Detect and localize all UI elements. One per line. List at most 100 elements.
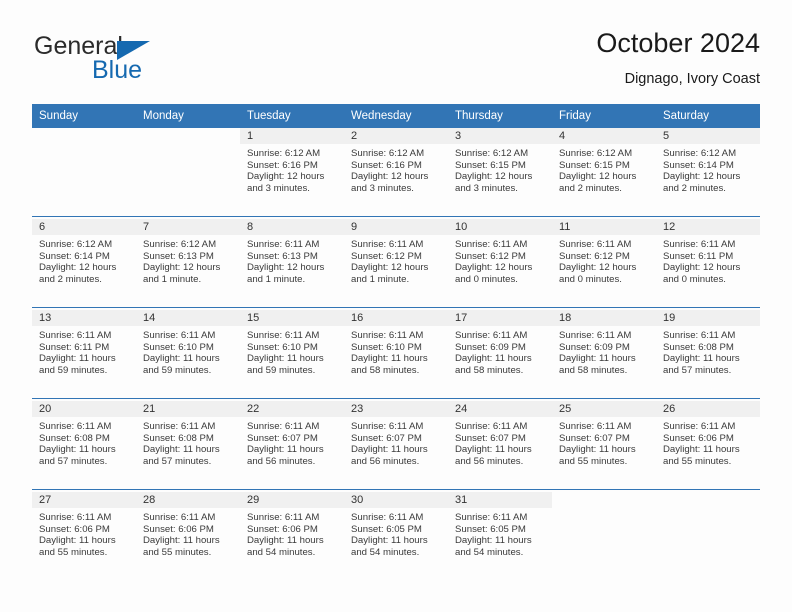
calendar-day-cell[interactable]: 21 Sunrise: 6:11 AM Sunset: 6:08 PM Dayligh…: [136, 401, 240, 490]
calendar-day-cell[interactable]: 24 Sunrise: 6:11 AM Sunset: 6:07 PM Dayligh…: [448, 401, 552, 490]
calendar-day-cell[interactable]: 10 Sunrise: 6:11 AM Sunset: 6:12 PM Dayligh…: [448, 219, 552, 308]
day-cell-inner: 3 Sunrise: 6:12 AM Sunset: 6:15 PM Daylight…: [448, 128, 552, 216]
day-cell-inner: 14 Sunrise: 6:11 AM Sunset: 6:10 PM Dayligh…: [136, 310, 240, 398]
calendar-day-cell[interactable]: 2 Sunrise: 6:12 AM Sunset: 6:16 PM Daylight…: [344, 128, 448, 217]
day-details: Sunrise: 6:11 AM Sunset: 6:07 PM Daylight:…: [240, 417, 344, 467]
daylight-text: Daylight: 12 hours and 3 minutes.: [247, 171, 325, 194]
sunrise-text: Sunrise: 6:11 AM: [455, 330, 528, 341]
day-details: Sunrise: 6:11 AM Sunset: 6:11 PM Daylight:…: [656, 235, 760, 285]
day-details: [552, 508, 656, 512]
calendar-day-cell[interactable]: 25 Sunrise: 6:11 AM Sunset: 6:07 PM Dayligh…: [552, 401, 656, 490]
sunrise-text: Sunrise: 6:11 AM: [455, 512, 528, 523]
daylight-text: Daylight: 12 hours and 0 minutes.: [455, 262, 533, 285]
calendar-day-cell[interactable]: 1 Sunrise: 6:12 AM Sunset: 6:16 PM Daylight…: [240, 128, 344, 217]
day-details: Sunrise: 6:11 AM Sunset: 6:06 PM Daylight:…: [656, 417, 760, 467]
calendar-day-cell[interactable]: 28 Sunrise: 6:11 AM Sunset: 6:06 PM Dayligh…: [136, 492, 240, 580]
calendar-day-cell[interactable]: 30 Sunrise: 6:11 AM Sunset: 6:05 PM Dayligh…: [344, 492, 448, 580]
day-details: Sunrise: 6:11 AM Sunset: 6:09 PM Daylight:…: [448, 326, 552, 376]
sunrise-text: Sunrise: 6:11 AM: [39, 330, 112, 341]
day-number: 16: [344, 310, 448, 326]
calendar-day-cell[interactable]: 4 Sunrise: 6:12 AM Sunset: 6:15 PM Daylight…: [552, 128, 656, 217]
day-details: Sunrise: 6:11 AM Sunset: 6:07 PM Daylight:…: [448, 417, 552, 467]
day-number: 13: [32, 310, 136, 326]
calendar-day-cell[interactable]: 20 Sunrise: 6:11 AM Sunset: 6:08 PM Dayligh…: [32, 401, 136, 490]
calendar-day-cell[interactable]: 3 Sunrise: 6:12 AM Sunset: 6:15 PM Daylight…: [448, 128, 552, 217]
calendar-day-cell[interactable]: 23 Sunrise: 6:11 AM Sunset: 6:07 PM Dayligh…: [344, 401, 448, 490]
calendar-day-cell[interactable]: 8 Sunrise: 6:11 AM Sunset: 6:13 PM Daylight…: [240, 219, 344, 308]
calendar-day-cell[interactable]: 19 Sunrise: 6:11 AM Sunset: 6:08 PM Dayligh…: [656, 310, 760, 399]
day-cell-inner: 11 Sunrise: 6:11 AM Sunset: 6:12 PM Dayligh…: [552, 219, 656, 307]
calendar-day-cell[interactable]: 6 Sunrise: 6:12 AM Sunset: 6:14 PM Daylight…: [32, 219, 136, 308]
weekday-header-saturday: Saturday: [656, 104, 760, 128]
title-block: October 2024 Dignago, Ivory Coast: [596, 26, 760, 90]
daylight-text: Daylight: 11 hours and 54 minutes.: [455, 535, 532, 558]
day-details: [32, 144, 136, 148]
calendar-day-cell[interactable]: 12 Sunrise: 6:11 AM Sunset: 6:11 PM Dayligh…: [656, 219, 760, 308]
day-cell-inner: 7 Sunrise: 6:12 AM Sunset: 6:13 PM Daylight…: [136, 219, 240, 307]
daylight-text: Daylight: 12 hours and 1 minute.: [247, 262, 325, 285]
day-cell-inner: 26 Sunrise: 6:11 AM Sunset: 6:06 PM Dayligh…: [656, 401, 760, 489]
day-number: 9: [344, 219, 448, 235]
day-cell-inner: 28 Sunrise: 6:11 AM Sunset: 6:06 PM Dayligh…: [136, 492, 240, 580]
calendar-day-cell[interactable]: 11 Sunrise: 6:11 AM Sunset: 6:12 PM Dayligh…: [552, 219, 656, 308]
day-details: Sunrise: 6:11 AM Sunset: 6:13 PM Daylight:…: [240, 235, 344, 285]
calendar-body: 1 Sunrise: 6:12 AM Sunset: 6:16 PM Daylight…: [32, 128, 760, 580]
day-number: 24: [448, 401, 552, 417]
day-number: 7: [136, 219, 240, 235]
page-title: October 2024: [596, 28, 760, 58]
sunrise-text: Sunrise: 6:11 AM: [351, 330, 424, 341]
day-details: Sunrise: 6:12 AM Sunset: 6:14 PM Daylight:…: [656, 144, 760, 194]
daylight-text: Daylight: 11 hours and 54 minutes.: [247, 535, 324, 558]
calendar-day-cell[interactable]: 5 Sunrise: 6:12 AM Sunset: 6:14 PM Daylight…: [656, 128, 760, 217]
daylight-text: Daylight: 11 hours and 55 minutes.: [559, 444, 636, 467]
day-cell-inner: 2 Sunrise: 6:12 AM Sunset: 6:16 PM Daylight…: [344, 128, 448, 216]
calendar-day-cell: [136, 128, 240, 217]
day-details: Sunrise: 6:11 AM Sunset: 6:12 PM Daylight:…: [344, 235, 448, 285]
calendar-day-cell[interactable]: 13 Sunrise: 6:11 AM Sunset: 6:11 PM Dayligh…: [32, 310, 136, 399]
day-number: 19: [656, 310, 760, 326]
calendar-day-cell[interactable]: 27 Sunrise: 6:11 AM Sunset: 6:06 PM Dayligh…: [32, 492, 136, 580]
sunrise-text: Sunrise: 6:11 AM: [143, 421, 216, 432]
calendar-day-cell[interactable]: 31 Sunrise: 6:11 AM Sunset: 6:05 PM Dayligh…: [448, 492, 552, 580]
sunset-text: Sunset: 6:11 PM: [663, 250, 734, 262]
day-number: [136, 128, 240, 144]
sunset-text: Sunset: 6:05 PM: [351, 523, 422, 535]
calendar-day-cell[interactable]: 9 Sunrise: 6:11 AM Sunset: 6:12 PM Daylight…: [344, 219, 448, 308]
general-blue-logo[interactable]: General Blue: [32, 30, 262, 90]
calendar-day-cell[interactable]: 14 Sunrise: 6:11 AM Sunset: 6:10 PM Dayligh…: [136, 310, 240, 399]
calendar-day-cell[interactable]: 7 Sunrise: 6:12 AM Sunset: 6:13 PM Daylight…: [136, 219, 240, 308]
calendar-day-cell[interactable]: 26 Sunrise: 6:11 AM Sunset: 6:06 PM Dayligh…: [656, 401, 760, 490]
sunrise-text: Sunrise: 6:12 AM: [247, 148, 321, 159]
page-subtitle: Dignago, Ivory Coast: [624, 71, 760, 87]
calendar-table: Sunday Monday Tuesday Wednesday Thursday Frid…: [32, 104, 760, 580]
daylight-text: Daylight: 11 hours and 56 minutes.: [247, 444, 324, 467]
day-number: 29: [240, 492, 344, 508]
sunset-text: Sunset: 6:16 PM: [247, 159, 318, 171]
day-details: Sunrise: 6:11 AM Sunset: 6:06 PM Daylight:…: [240, 508, 344, 558]
day-cell-inner: 22 Sunrise: 6:11 AM Sunset: 6:07 PM Dayligh…: [240, 401, 344, 489]
day-cell-inner: 25 Sunrise: 6:11 AM Sunset: 6:07 PM Dayligh…: [552, 401, 656, 489]
day-cell-inner: 10 Sunrise: 6:11 AM Sunset: 6:12 PM Dayligh…: [448, 219, 552, 307]
calendar-day-cell[interactable]: 18 Sunrise: 6:11 AM Sunset: 6:09 PM Dayligh…: [552, 310, 656, 399]
day-cell-inner: [136, 128, 240, 216]
calendar-week-row: 20 Sunrise: 6:11 AM Sunset: 6:08 PM Dayligh…: [32, 401, 760, 490]
weekday-header-sunday: Sunday: [32, 104, 136, 128]
calendar-day-cell[interactable]: 29 Sunrise: 6:11 AM Sunset: 6:06 PM Dayligh…: [240, 492, 344, 580]
sunrise-text: Sunrise: 6:11 AM: [663, 239, 736, 250]
weekday-header-friday: Friday: [552, 104, 656, 128]
day-cell-inner: [656, 492, 760, 580]
day-details: Sunrise: 6:12 AM Sunset: 6:15 PM Daylight:…: [448, 144, 552, 194]
daylight-text: Daylight: 11 hours and 56 minutes.: [351, 444, 428, 467]
calendar-day-cell[interactable]: 16 Sunrise: 6:11 AM Sunset: 6:10 PM Dayligh…: [344, 310, 448, 399]
sunrise-text: Sunrise: 6:12 AM: [143, 239, 217, 250]
calendar-day-cell[interactable]: 17 Sunrise: 6:11 AM Sunset: 6:09 PM Dayligh…: [448, 310, 552, 399]
sunset-text: Sunset: 6:12 PM: [455, 250, 526, 262]
day-details: Sunrise: 6:11 AM Sunset: 6:07 PM Daylight:…: [344, 417, 448, 467]
day-details: Sunrise: 6:11 AM Sunset: 6:10 PM Daylight:…: [136, 326, 240, 376]
day-details: Sunrise: 6:11 AM Sunset: 6:09 PM Daylight:…: [552, 326, 656, 376]
sunrise-text: Sunrise: 6:11 AM: [143, 512, 216, 523]
calendar-day-cell[interactable]: 22 Sunrise: 6:11 AM Sunset: 6:07 PM Dayligh…: [240, 401, 344, 490]
calendar-day-cell[interactable]: 15 Sunrise: 6:11 AM Sunset: 6:10 PM Dayligh…: [240, 310, 344, 399]
day-cell-inner: 24 Sunrise: 6:11 AM Sunset: 6:07 PM Dayligh…: [448, 401, 552, 489]
day-details: Sunrise: 6:11 AM Sunset: 6:12 PM Daylight:…: [552, 235, 656, 285]
